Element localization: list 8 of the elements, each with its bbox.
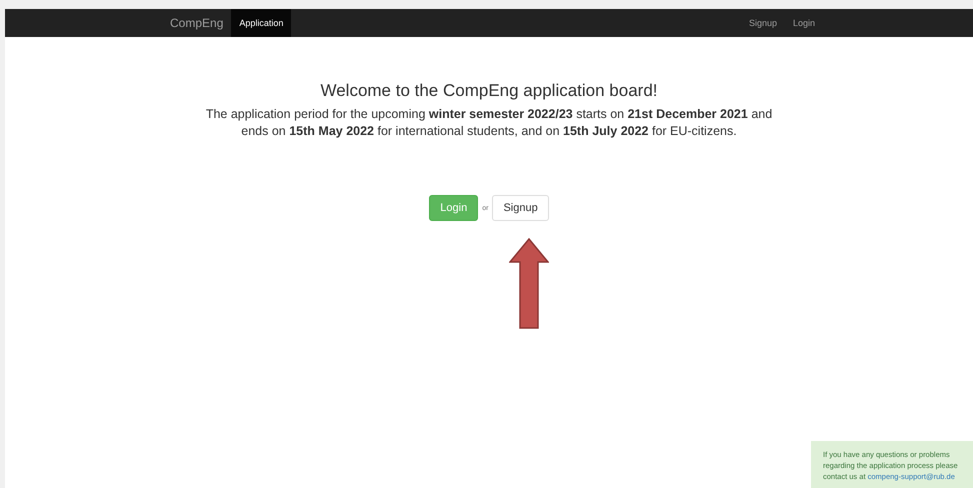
up-arrow-icon [509,238,549,329]
nav-link[interactable]: Login [784,9,823,37]
signup-button[interactable]: Signup [492,195,549,221]
page-heading: Welcome to the CompEng application board! [320,81,658,101]
intro-paragraph: The application period for the upcoming winter semester 2022/23 starts on 21st December 2021 and ends on 15th May 2022 for international students, and on 15th July 2022 for EU-citizens. [204,106,774,140]
brand[interactable]: CompEng [170,9,232,37]
nav-link[interactable]: Application [231,9,292,37]
nav-link[interactable]: Signup [740,9,785,37]
